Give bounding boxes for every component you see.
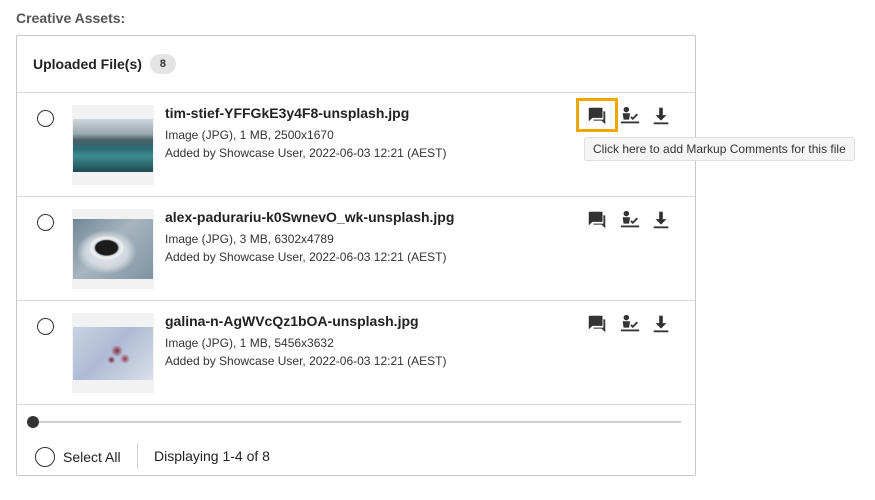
file-select-radio[interactable]: [37, 110, 54, 127]
file-actions: [575, 306, 675, 340]
download-icon[interactable]: [650, 313, 672, 335]
file-name[interactable]: galina-n-AgWVcQz1bOA-unsplash.jpg: [165, 313, 419, 329]
file-name[interactable]: tim-stief-YFFGkE3y4F8-unsplash.jpg: [165, 105, 409, 121]
select-all-control[interactable]: Select All: [35, 447, 121, 467]
display-count: Displaying 1-4 of 8: [154, 448, 270, 464]
file-meta: Image (JPG), 3 MB, 6302x4789: [165, 232, 334, 246]
panel-header: Uploaded File(s) 8: [17, 36, 695, 93]
approve-icon[interactable]: [619, 209, 641, 231]
download-icon[interactable]: [650, 105, 672, 127]
markup-comment-icon[interactable]: [586, 105, 608, 127]
file-meta: Image (JPG), 1 MB, 2500x1670: [165, 128, 334, 142]
frosted-flowers-image: [73, 326, 153, 380]
tooltip: Click here to add Markup Comments for th…: [584, 137, 855, 161]
select-all-radio[interactable]: [35, 447, 55, 467]
file-added-by: Added by Showcase User, 2022-06-03 12:21…: [165, 354, 447, 368]
approve-icon[interactable]: [619, 105, 641, 127]
file-meta: Image (JPG), 1 MB, 5456x3632: [165, 336, 334, 350]
file-actions: [575, 98, 675, 132]
file-row: galina-n-AgWVcQz1bOA-unsplash.jpg Image …: [17, 301, 695, 405]
file-select-radio[interactable]: [37, 318, 54, 335]
file-thumbnail[interactable]: [72, 313, 154, 393]
approve-icon[interactable]: [619, 313, 641, 335]
file-added-by: Added by Showcase User, 2022-06-03 12:21…: [165, 146, 447, 160]
uploaded-files-panel: Uploaded File(s) 8 tim-stief-YFFGkE3y4F8…: [16, 35, 696, 476]
divider: [137, 443, 138, 469]
coffee-cup-image: [73, 219, 153, 279]
file-thumbnail[interactable]: [72, 209, 154, 289]
markup-comment-icon[interactable]: [586, 313, 608, 335]
slider-track[interactable]: [33, 421, 681, 423]
markup-comment-icon[interactable]: [586, 209, 608, 231]
file-row: alex-padurariu-k0SwnevO_wk-unsplash.jpg …: [17, 197, 695, 301]
select-all-label[interactable]: Select All: [63, 449, 121, 465]
file-name[interactable]: alex-padurariu-k0SwnevO_wk-unsplash.jpg: [165, 209, 454, 225]
file-added-by: Added by Showcase User, 2022-06-03 12:21…: [165, 250, 447, 264]
file-actions: [575, 202, 675, 236]
panel-footer: Select All Displaying 1-4 of 8: [17, 439, 695, 477]
file-count-badge: 8: [149, 54, 177, 74]
panel-title: Uploaded File(s): [33, 56, 142, 72]
download-icon[interactable]: [650, 209, 672, 231]
file-thumbnail[interactable]: [72, 105, 154, 185]
horizontal-scroll-slider: [17, 405, 695, 439]
section-label: Creative Assets:: [16, 10, 126, 26]
mountain-lake-image: [73, 118, 153, 172]
file-select-radio[interactable]: [37, 214, 54, 231]
slider-handle[interactable]: [27, 416, 39, 428]
